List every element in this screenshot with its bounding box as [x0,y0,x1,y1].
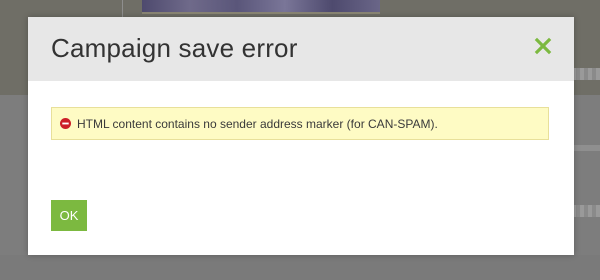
background-pattern [572,68,600,80]
error-dialog: Campaign save error HTML content contain… [28,17,574,255]
background-image-thumbnail [142,0,380,14]
dialog-header: Campaign save error [28,17,574,81]
close-button[interactable] [533,36,553,56]
error-circle-icon [60,118,71,129]
close-icon [534,37,552,55]
background-pattern [572,205,600,217]
error-message-text: HTML content contains no sender address … [77,116,438,131]
app-backdrop: Campaign save error HTML content contain… [0,0,600,280]
background-footer-band [0,255,600,280]
ok-button[interactable]: OK [51,200,87,231]
dialog-title: Campaign save error [51,33,298,63]
background-pattern [572,145,600,151]
error-message-box: HTML content contains no sender address … [51,107,549,140]
